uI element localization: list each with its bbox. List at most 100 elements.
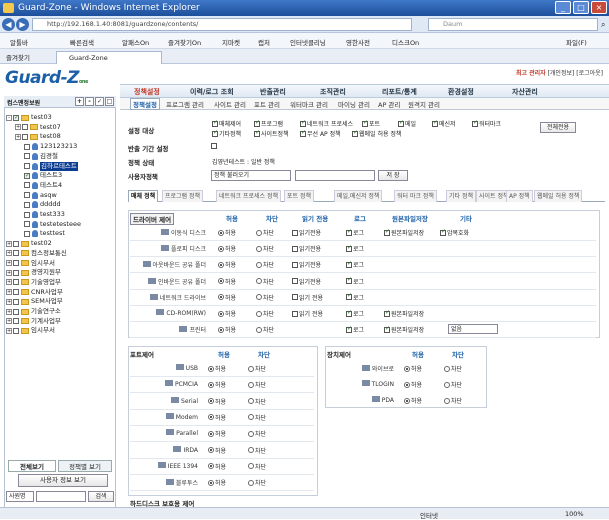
tree-node-label[interactable]: 기술영업부 [31,278,61,287]
toolbar-item-diskon[interactable]: 디스크On [392,37,419,47]
tree-node-label[interactable]: 기계사업부 [31,317,61,326]
radio-circle[interactable] [404,397,410,404]
tree-toggle-icon[interactable]: + [15,133,21,140]
radio-circle[interactable] [248,365,254,372]
log-checkbox[interactable]: 로그 [346,228,364,237]
submenu-ap[interactable]: AP 관리 [378,99,400,109]
submenu-policy[interactable]: 정책설정 [130,98,160,110]
back-icon[interactable]: ◀ [2,18,15,31]
checkbox-box[interactable] [292,278,298,285]
tree-toggle-icon[interactable]: - [6,114,12,121]
policy-tab[interactable]: 매체 정책 [128,190,159,202]
radio-circle[interactable] [248,398,254,405]
submenu-port[interactable]: 포트 관리 [254,99,280,109]
radio-circle[interactable] [208,381,214,388]
check-all-button[interactable]: ✓ [95,97,104,106]
allow-radio[interactable]: 허용 [218,277,236,286]
radio-circle[interactable] [208,398,214,405]
tree-node[interactable]: + 기술영업부 [6,278,61,287]
tree-checkbox[interactable] [22,124,28,131]
toolbar-item-cleaning[interactable]: 인터넷클리닝 [290,37,326,47]
target-checkbox[interactable]: 네트워크 프로세스 [300,119,353,128]
policy-name-input[interactable] [295,170,375,181]
tree-node[interactable]: testetesteee [24,220,81,229]
checkbox-box[interactable] [346,244,352,252]
checkbox-box[interactable] [292,229,298,236]
radio-circle[interactable] [404,365,410,372]
allow-radio[interactable]: 허용 [218,260,236,269]
block-radio[interactable]: 차단 [256,309,274,318]
log-checkbox[interactable]: 로그 [346,260,364,269]
search-input[interactable]: Daum [428,18,598,31]
radio-circle[interactable] [404,381,410,388]
original-save-checkbox[interactable]: 원본파일저장 [384,325,424,334]
tree-checkbox[interactable] [24,143,30,150]
tree-toggle-icon[interactable]: + [6,308,12,315]
checkbox-box[interactable] [346,325,352,333]
radio-circle[interactable] [444,381,450,388]
favorites-button[interactable]: 즐겨찾기 [6,52,30,62]
allow-radio[interactable]: 허용 [208,364,226,373]
checkbox-box[interactable] [212,119,218,127]
checkbox-box[interactable] [300,119,306,127]
allow-radio[interactable]: 허용 [404,364,422,373]
checkbox-box[interactable] [398,119,404,127]
readonly-checkbox[interactable]: 읽기전용 [292,277,321,286]
radio-circle[interactable] [256,278,262,285]
radio-circle[interactable] [256,229,262,236]
block-radio[interactable]: 차단 [248,364,266,373]
tree-checkbox[interactable] [24,221,30,228]
allow-radio[interactable]: 허용 [218,228,236,237]
radio-circle[interactable] [248,430,254,437]
readonly-checkbox[interactable]: 읽기전용 [292,244,321,253]
tree-node[interactable]: + 임시부서 [6,259,55,268]
tree-node[interactable]: asqw [24,191,57,200]
tree-checkbox[interactable] [24,171,30,180]
target-checkbox[interactable]: 메신저 [432,119,456,128]
policy-tab[interactable]: 워터 마크 정책 [394,190,437,202]
save-button[interactable]: 저 장 [378,170,408,181]
tree-toggle-icon[interactable]: + [6,260,12,266]
block-radio[interactable]: 차단 [248,429,266,438]
tree-checkbox[interactable] [13,269,19,276]
block-radio[interactable]: 차단 [444,396,462,405]
original-save-checkbox[interactable]: 원본파일저장 [384,309,424,318]
tree-node-label[interactable]: 테스트3 [40,171,62,180]
radio-circle[interactable] [208,463,214,470]
allow-radio[interactable]: 허용 [404,380,422,389]
toolbar-item-favorites[interactable]: 즐겨찾기On [168,37,201,47]
tree-node[interactable]: 테스트4 [24,181,62,190]
tree-checkbox[interactable] [22,133,28,140]
tree-node[interactable]: + 기계사업부 [6,317,61,326]
toolbar-item-alpass[interactable]: 알패스On [122,37,149,47]
tree-node[interactable]: test333 [24,210,65,219]
readonly-checkbox[interactable]: 읽기전용 [292,260,321,269]
radio-circle[interactable] [218,310,224,317]
tree-node-label[interactable]: 컴스정보통신 [31,249,67,258]
menu-report[interactable]: 리포트/통계 [382,87,417,97]
tree-node[interactable]: 123123213 [24,142,77,151]
checkbox-box[interactable] [352,129,358,137]
uncheck-all-button[interactable]: □ [105,97,114,106]
tree-node[interactable]: + CNR사업부 [6,288,63,297]
checkbox-box[interactable] [292,245,298,252]
radio-circle[interactable] [248,381,254,388]
tree-node-label[interactable]: 123123213 [40,142,77,151]
tree-node-label[interactable]: 임시부서 [31,259,55,268]
block-radio[interactable]: 차단 [248,397,266,406]
menu-log[interactable]: 이력/로그 조회 [190,87,234,97]
search-field-select[interactable]: 사원명 [6,491,34,502]
menu-policy[interactable]: 정책설정 [134,87,160,97]
checkbox-box[interactable] [384,228,390,236]
tree-toggle-icon[interactable]: + [6,318,12,325]
user-links[interactable]: [개인정보] [로그아웃] [548,70,603,77]
block-radio[interactable]: 차단 [256,228,274,237]
checkbox-box[interactable] [254,129,260,137]
policy-tab[interactable]: 기타 정책 [446,190,476,202]
tree-node-label[interactable]: 김하르테스트 [40,161,78,171]
tree-node-label[interactable]: 기술연구소 [31,307,61,316]
tree-checkbox[interactable] [13,289,19,296]
tree-node-label[interactable]: test03 [31,113,52,122]
readonly-checkbox[interactable]: 읽기 전용 [292,293,323,302]
policy-load-select[interactable]: 정책 불러오기 [211,170,291,181]
